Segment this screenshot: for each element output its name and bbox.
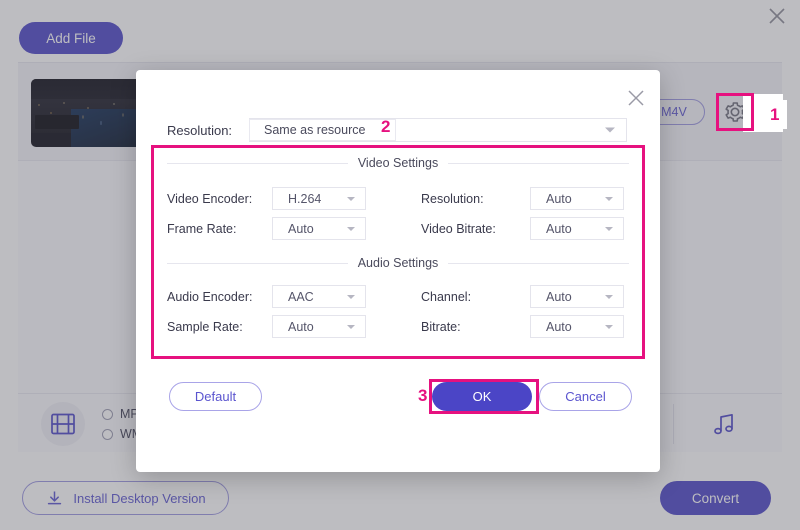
video-encoder-dropdown[interactable]: H.264 bbox=[272, 187, 366, 210]
video-settings-title: Video Settings bbox=[358, 156, 438, 170]
field-label: Channel: bbox=[421, 290, 530, 304]
annotation-marker-2: 2 bbox=[381, 118, 390, 135]
dialog-close-button[interactable] bbox=[622, 84, 650, 112]
divider-right bbox=[448, 163, 629, 164]
video-settings-header: Video Settings bbox=[167, 155, 629, 171]
field-audio-bitrate: Bitrate: Auto bbox=[421, 315, 624, 338]
dropdown-value: H.264 bbox=[288, 192, 321, 206]
video-bitrate-dropdown[interactable]: Auto bbox=[530, 217, 624, 240]
chevron-down-icon bbox=[347, 295, 355, 299]
field-video-encoder: Video Encoder: H.264 bbox=[167, 187, 366, 210]
audio-settings-title: Audio Settings bbox=[358, 256, 439, 270]
resolution-value[interactable]: Same as resource bbox=[249, 119, 396, 141]
field-label: Video Bitrate: bbox=[421, 222, 530, 236]
field-label: Video Encoder: bbox=[167, 192, 272, 206]
field-video-bitrate: Video Bitrate: Auto bbox=[421, 217, 624, 240]
dropdown-value: Auto bbox=[546, 290, 572, 304]
field-frame-rate: Frame Rate: Auto bbox=[167, 217, 366, 240]
field-label: Resolution: bbox=[421, 192, 530, 206]
field-channel: Channel: Auto bbox=[421, 285, 624, 308]
dropdown-value: Auto bbox=[546, 192, 572, 206]
chevron-down-icon bbox=[605, 128, 615, 133]
dropdown-value: Auto bbox=[288, 222, 314, 236]
dropdown-value: Auto bbox=[288, 320, 314, 334]
audio-settings-header: Audio Settings bbox=[167, 255, 629, 271]
resolution-row: Resolution: Same as resource bbox=[167, 117, 627, 143]
annotation-marker-1: 1 bbox=[762, 100, 787, 129]
divider-left bbox=[167, 263, 348, 264]
chevron-down-icon bbox=[605, 325, 613, 329]
close-icon bbox=[626, 88, 646, 108]
chevron-down-icon bbox=[347, 227, 355, 231]
chevron-down-icon bbox=[347, 325, 355, 329]
resolution-select[interactable]: Same as resource bbox=[249, 118, 627, 142]
chevron-down-icon bbox=[605, 227, 613, 231]
chevron-down-icon bbox=[347, 197, 355, 201]
divider-right bbox=[448, 263, 629, 264]
field-sample-rate: Sample Rate: Auto bbox=[167, 315, 366, 338]
field-label: Sample Rate: bbox=[167, 320, 272, 334]
ok-button[interactable]: OK bbox=[432, 382, 532, 411]
chevron-down-icon bbox=[605, 295, 613, 299]
field-label: Audio Encoder: bbox=[167, 290, 272, 304]
video-resolution-dropdown[interactable]: Auto bbox=[530, 187, 624, 210]
audio-encoder-dropdown[interactable]: AAC bbox=[272, 285, 366, 308]
settings-dialog: Resolution: Same as resource Video Setti… bbox=[136, 70, 660, 472]
cancel-button[interactable]: Cancel bbox=[539, 382, 632, 411]
field-audio-encoder: Audio Encoder: AAC bbox=[167, 285, 366, 308]
divider-left bbox=[167, 163, 348, 164]
annotation-marker-3: 3 bbox=[418, 387, 427, 404]
field-label: Bitrate: bbox=[421, 320, 530, 334]
field-label: Frame Rate: bbox=[167, 222, 272, 236]
frame-rate-dropdown[interactable]: Auto bbox=[272, 217, 366, 240]
dropdown-value: Auto bbox=[546, 222, 572, 236]
dropdown-value: Auto bbox=[546, 320, 572, 334]
audio-bitrate-dropdown[interactable]: Auto bbox=[530, 315, 624, 338]
default-button[interactable]: Default bbox=[169, 382, 262, 411]
resolution-label: Resolution: bbox=[167, 123, 249, 138]
field-video-resolution: Resolution: Auto bbox=[421, 187, 624, 210]
chevron-down-icon bbox=[605, 197, 613, 201]
dropdown-value: AAC bbox=[288, 290, 314, 304]
sample-rate-dropdown[interactable]: Auto bbox=[272, 315, 366, 338]
channel-dropdown[interactable]: Auto bbox=[530, 285, 624, 308]
